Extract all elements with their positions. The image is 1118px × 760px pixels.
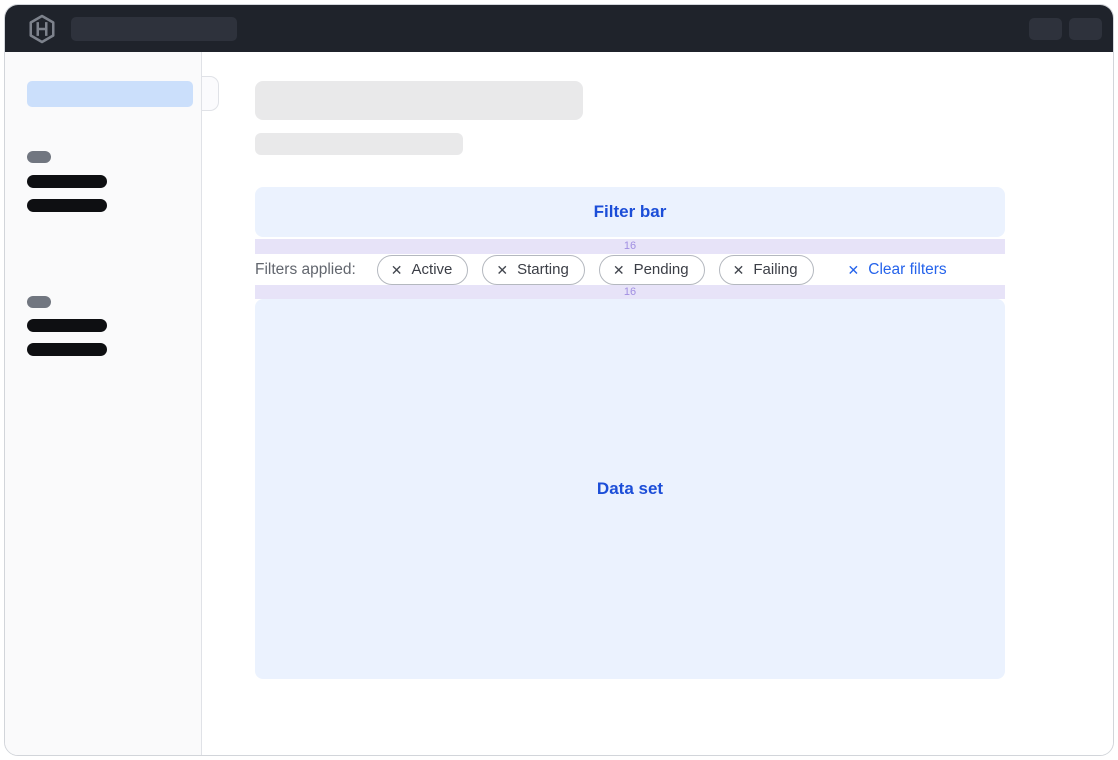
dismiss-icon[interactable]: ✕ xyxy=(391,263,403,277)
sidebar-section-label-placeholder-1 xyxy=(27,151,51,163)
spacing-value-below: 16 xyxy=(624,287,636,298)
data-set-region: Data set xyxy=(255,299,1005,679)
page-subtitle-placeholder xyxy=(255,133,463,155)
sidebar-nav-item-placeholder-3[interactable] xyxy=(27,319,107,332)
sidebar-section-label-placeholder-2 xyxy=(27,296,51,308)
sidebar-active-nav-item[interactable] xyxy=(27,81,193,107)
dismiss-icon[interactable]: ✕ xyxy=(733,263,745,277)
spacing-value-above: 16 xyxy=(624,241,636,252)
topbar-action-button-2[interactable] xyxy=(1069,18,1102,40)
applied-filters-bar: Filters applied: ✕ Active ✕ Starting ✕ P… xyxy=(255,254,1005,285)
filter-chip-label: Pending xyxy=(634,261,689,278)
filters-applied-label: Filters applied: xyxy=(255,261,356,279)
filter-chip-starting[interactable]: ✕ Starting xyxy=(482,255,584,285)
topbar-actions xyxy=(1029,18,1102,40)
sidebar-nav-item-placeholder-1[interactable] xyxy=(27,175,107,188)
main-content: Filter bar 16 Filters applied: ✕ Active … xyxy=(202,52,1113,755)
data-set-region-label: Data set xyxy=(597,479,663,499)
filter-chip-pending[interactable]: ✕ Pending xyxy=(599,255,705,285)
sidebar xyxy=(5,52,202,755)
spacing-annotation-below: 16 xyxy=(255,285,1005,299)
app-window: Filter bar 16 Filters applied: ✕ Active … xyxy=(4,4,1114,756)
spacing-annotation-above: 16 xyxy=(255,239,1005,254)
filter-chip-failing[interactable]: ✕ Failing xyxy=(719,255,814,285)
filter-chip-active[interactable]: ✕ Active xyxy=(377,255,469,285)
hashicorp-logo-icon xyxy=(25,12,59,46)
filter-chips: ✕ Active ✕ Starting ✕ Pending ✕ Failing xyxy=(377,255,814,285)
dismiss-icon[interactable]: ✕ xyxy=(496,263,508,277)
filter-chip-label: Starting xyxy=(517,261,569,278)
clear-filters-icon: ✕ xyxy=(848,263,860,277)
clear-filters-button[interactable]: ✕ Clear filters xyxy=(848,261,947,279)
filter-chip-label: Active xyxy=(412,261,453,278)
dismiss-icon[interactable]: ✕ xyxy=(613,263,625,277)
sidebar-nav-item-placeholder-4[interactable] xyxy=(27,343,107,356)
search-input[interactable] xyxy=(71,17,237,41)
filter-chip-label: Failing xyxy=(753,261,797,278)
topbar xyxy=(5,5,1113,52)
sidebar-nav-item-placeholder-2[interactable] xyxy=(27,199,107,212)
topbar-action-button-1[interactable] xyxy=(1029,18,1062,40)
filter-bar-region: Filter bar xyxy=(255,187,1005,237)
clear-filters-label: Clear filters xyxy=(868,261,946,279)
sidebar-collapse-handle[interactable] xyxy=(202,76,219,111)
page-title-placeholder xyxy=(255,81,583,120)
filter-bar-region-label: Filter bar xyxy=(594,202,667,222)
